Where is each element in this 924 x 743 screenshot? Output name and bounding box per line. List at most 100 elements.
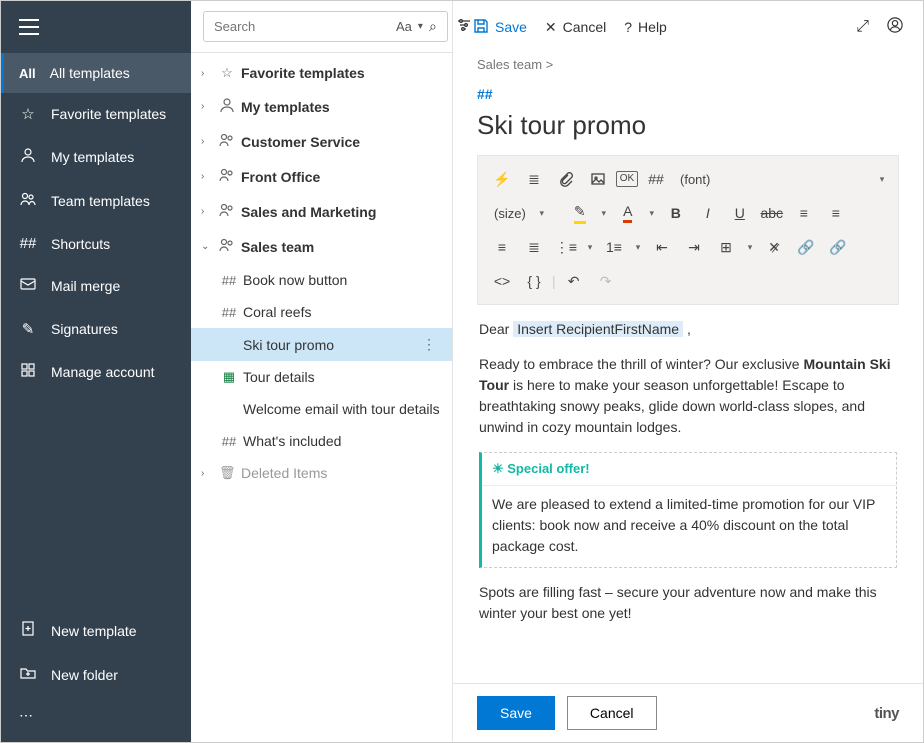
- save-button[interactable]: Save: [473, 18, 527, 37]
- search-box[interactable]: Aa ▾ ⌕: [203, 11, 448, 42]
- sidebar-item-manage-account[interactable]: Manage account: [1, 350, 191, 394]
- link-icon[interactable]: 🔗: [792, 234, 820, 260]
- tree-folder-sales-marketing[interactable]: ›Sales and Marketing: [191, 194, 452, 229]
- people-icon: [219, 237, 235, 256]
- expand-icon[interactable]: ⤢: [856, 18, 869, 36]
- help-button[interactable]: ? Help: [624, 19, 667, 35]
- tree-item-book-now[interactable]: ##Book now button: [191, 264, 452, 296]
- case-toggle[interactable]: Aa: [396, 19, 412, 34]
- grid-icon: [19, 362, 37, 382]
- indent-icon[interactable]: ⇥: [680, 234, 708, 260]
- sidebar: All All templates ☆ Favorite templates M…: [1, 1, 191, 742]
- hash-button[interactable]: ##: [642, 166, 670, 192]
- number-list-icon[interactable]: 1≡: [600, 234, 628, 260]
- attach-icon[interactable]: [552, 166, 580, 192]
- person-icon: [19, 147, 37, 167]
- text-color-icon[interactable]: A: [614, 200, 642, 226]
- chevron-down-icon[interactable]: ▾: [876, 174, 888, 185]
- bullet-list-icon[interactable]: ⋮≡: [552, 234, 580, 260]
- recipient-placeholder[interactable]: Insert RecipientFirstName: [513, 321, 683, 337]
- cancel-button-footer[interactable]: Cancel: [567, 696, 657, 730]
- sidebar-item-shortcuts[interactable]: ## Shortcuts: [1, 223, 191, 264]
- person-icon: [219, 97, 235, 116]
- align-left-icon[interactable]: ≡: [790, 200, 818, 226]
- redo-icon: ↷: [592, 268, 620, 294]
- search-input[interactable]: [214, 19, 390, 34]
- sidebar-item-signatures[interactable]: ✎ Signatures: [1, 308, 191, 350]
- tree-folder-deleted[interactable]: ›🗑Deleted Items: [191, 457, 452, 489]
- new-folder-icon: [19, 665, 37, 685]
- breadcrumb[interactable]: Sales team >: [477, 57, 899, 72]
- italic-icon[interactable]: I: [694, 200, 722, 226]
- tree-item-welcome-email[interactable]: Welcome email with tour details: [191, 393, 452, 425]
- tree-item-whats-included[interactable]: ##What's included: [191, 425, 452, 457]
- more-icon[interactable]: ⋮: [416, 336, 442, 353]
- table-icon[interactable]: ⊞: [712, 234, 740, 260]
- paragraph-icon[interactable]: ≣: [520, 166, 548, 192]
- hash-icon: ##: [221, 305, 237, 320]
- special-offer-body: We are pleased to extend a limited-time …: [482, 485, 896, 567]
- tree-folder-sales-team[interactable]: ⌄Sales team: [191, 229, 452, 264]
- star-icon: ☆: [219, 65, 235, 81]
- unlink-icon: 🔗: [824, 234, 852, 260]
- tree-folder-favorite[interactable]: ›☆Favorite templates: [191, 57, 452, 89]
- sidebar-item-favorite-templates[interactable]: ☆ Favorite templates: [1, 93, 191, 135]
- special-offer-box: ☀ Special offer! We are pleased to exten…: [479, 452, 897, 568]
- tree-folder-front-office[interactable]: ›Front Office: [191, 159, 452, 194]
- template-title[interactable]: Ski tour promo: [477, 110, 899, 141]
- account-icon[interactable]: [887, 17, 903, 38]
- undo-icon[interactable]: ↶: [560, 268, 588, 294]
- bold-icon[interactable]: B: [662, 200, 690, 226]
- tree-folder-customer-service[interactable]: ›Customer Service: [191, 124, 452, 159]
- help-icon: ?: [624, 19, 632, 35]
- clear-format-icon[interactable]: ✕̷: [760, 234, 788, 260]
- people-icon: [219, 132, 235, 151]
- align-justify-icon[interactable]: ≣: [520, 234, 548, 260]
- search-icon[interactable]: ⌕: [429, 18, 437, 35]
- mail-icon: [19, 276, 37, 296]
- hash-icon: ##: [221, 273, 237, 288]
- tree-folder-my-templates[interactable]: ›My templates: [191, 89, 452, 124]
- sidebar-item-my-templates[interactable]: My templates: [1, 135, 191, 179]
- bolt-icon[interactable]: ⚡: [488, 166, 516, 192]
- ok-icon[interactable]: OK: [616, 171, 638, 187]
- font-selector[interactable]: (font): [674, 172, 716, 187]
- underline-icon[interactable]: U: [726, 200, 754, 226]
- tree-item-coral-reefs[interactable]: ##Coral reefs: [191, 296, 452, 328]
- excel-icon: ▦: [221, 369, 237, 385]
- chevron-down-icon[interactable]: ▾: [418, 21, 423, 32]
- people-icon: [219, 202, 235, 221]
- tree-item-tour-details[interactable]: ▦Tour details: [191, 361, 452, 393]
- tree-item-ski-tour-promo[interactable]: Ski tour promo⋮: [191, 328, 452, 361]
- new-folder-button[interactable]: New folder: [1, 653, 191, 697]
- size-selector[interactable]: (size): [488, 206, 532, 221]
- sidebar-item-team-templates[interactable]: Team templates: [1, 179, 191, 223]
- new-template-button[interactable]: New template: [1, 609, 191, 653]
- cancel-button[interactable]: ✕ Cancel: [545, 19, 606, 36]
- more-menu[interactable]: ⋯: [1, 697, 191, 734]
- highlight-icon[interactable]: ✎: [566, 200, 594, 226]
- pen-icon: ✎: [19, 320, 37, 338]
- sidebar-item-mail-merge[interactable]: Mail merge: [1, 264, 191, 308]
- tiny-logo: tiny: [874, 705, 899, 722]
- outdent-icon[interactable]: ⇤: [648, 234, 676, 260]
- footer: Save Cancel tiny: [453, 683, 923, 742]
- save-icon: [473, 18, 489, 37]
- braces-icon[interactable]: { }: [520, 268, 548, 294]
- template-list-panel: Aa ▾ ⌕ ›☆Favorite templates ›My template…: [191, 1, 453, 742]
- align-center-icon[interactable]: ≡: [822, 200, 850, 226]
- hash-indicator: ##: [477, 86, 899, 102]
- template-tree: ›☆Favorite templates ›My templates ›Cust…: [191, 53, 452, 742]
- x-icon: ✕: [545, 19, 557, 36]
- align-right-icon[interactable]: ≡: [488, 234, 516, 260]
- editor-body[interactable]: Dear Insert RecipientFirstName , Ready t…: [477, 305, 899, 652]
- hamburger-menu[interactable]: [19, 19, 39, 35]
- hash-icon: ##: [221, 434, 237, 449]
- sidebar-item-all-templates[interactable]: All All templates: [1, 53, 191, 93]
- save-button-footer[interactable]: Save: [477, 696, 555, 730]
- hash-icon: ##: [19, 235, 37, 252]
- trash-icon: 🗑: [219, 465, 235, 481]
- strike-icon[interactable]: abc: [758, 200, 786, 226]
- image-icon[interactable]: [584, 166, 612, 192]
- code-icon[interactable]: <>: [488, 268, 516, 294]
